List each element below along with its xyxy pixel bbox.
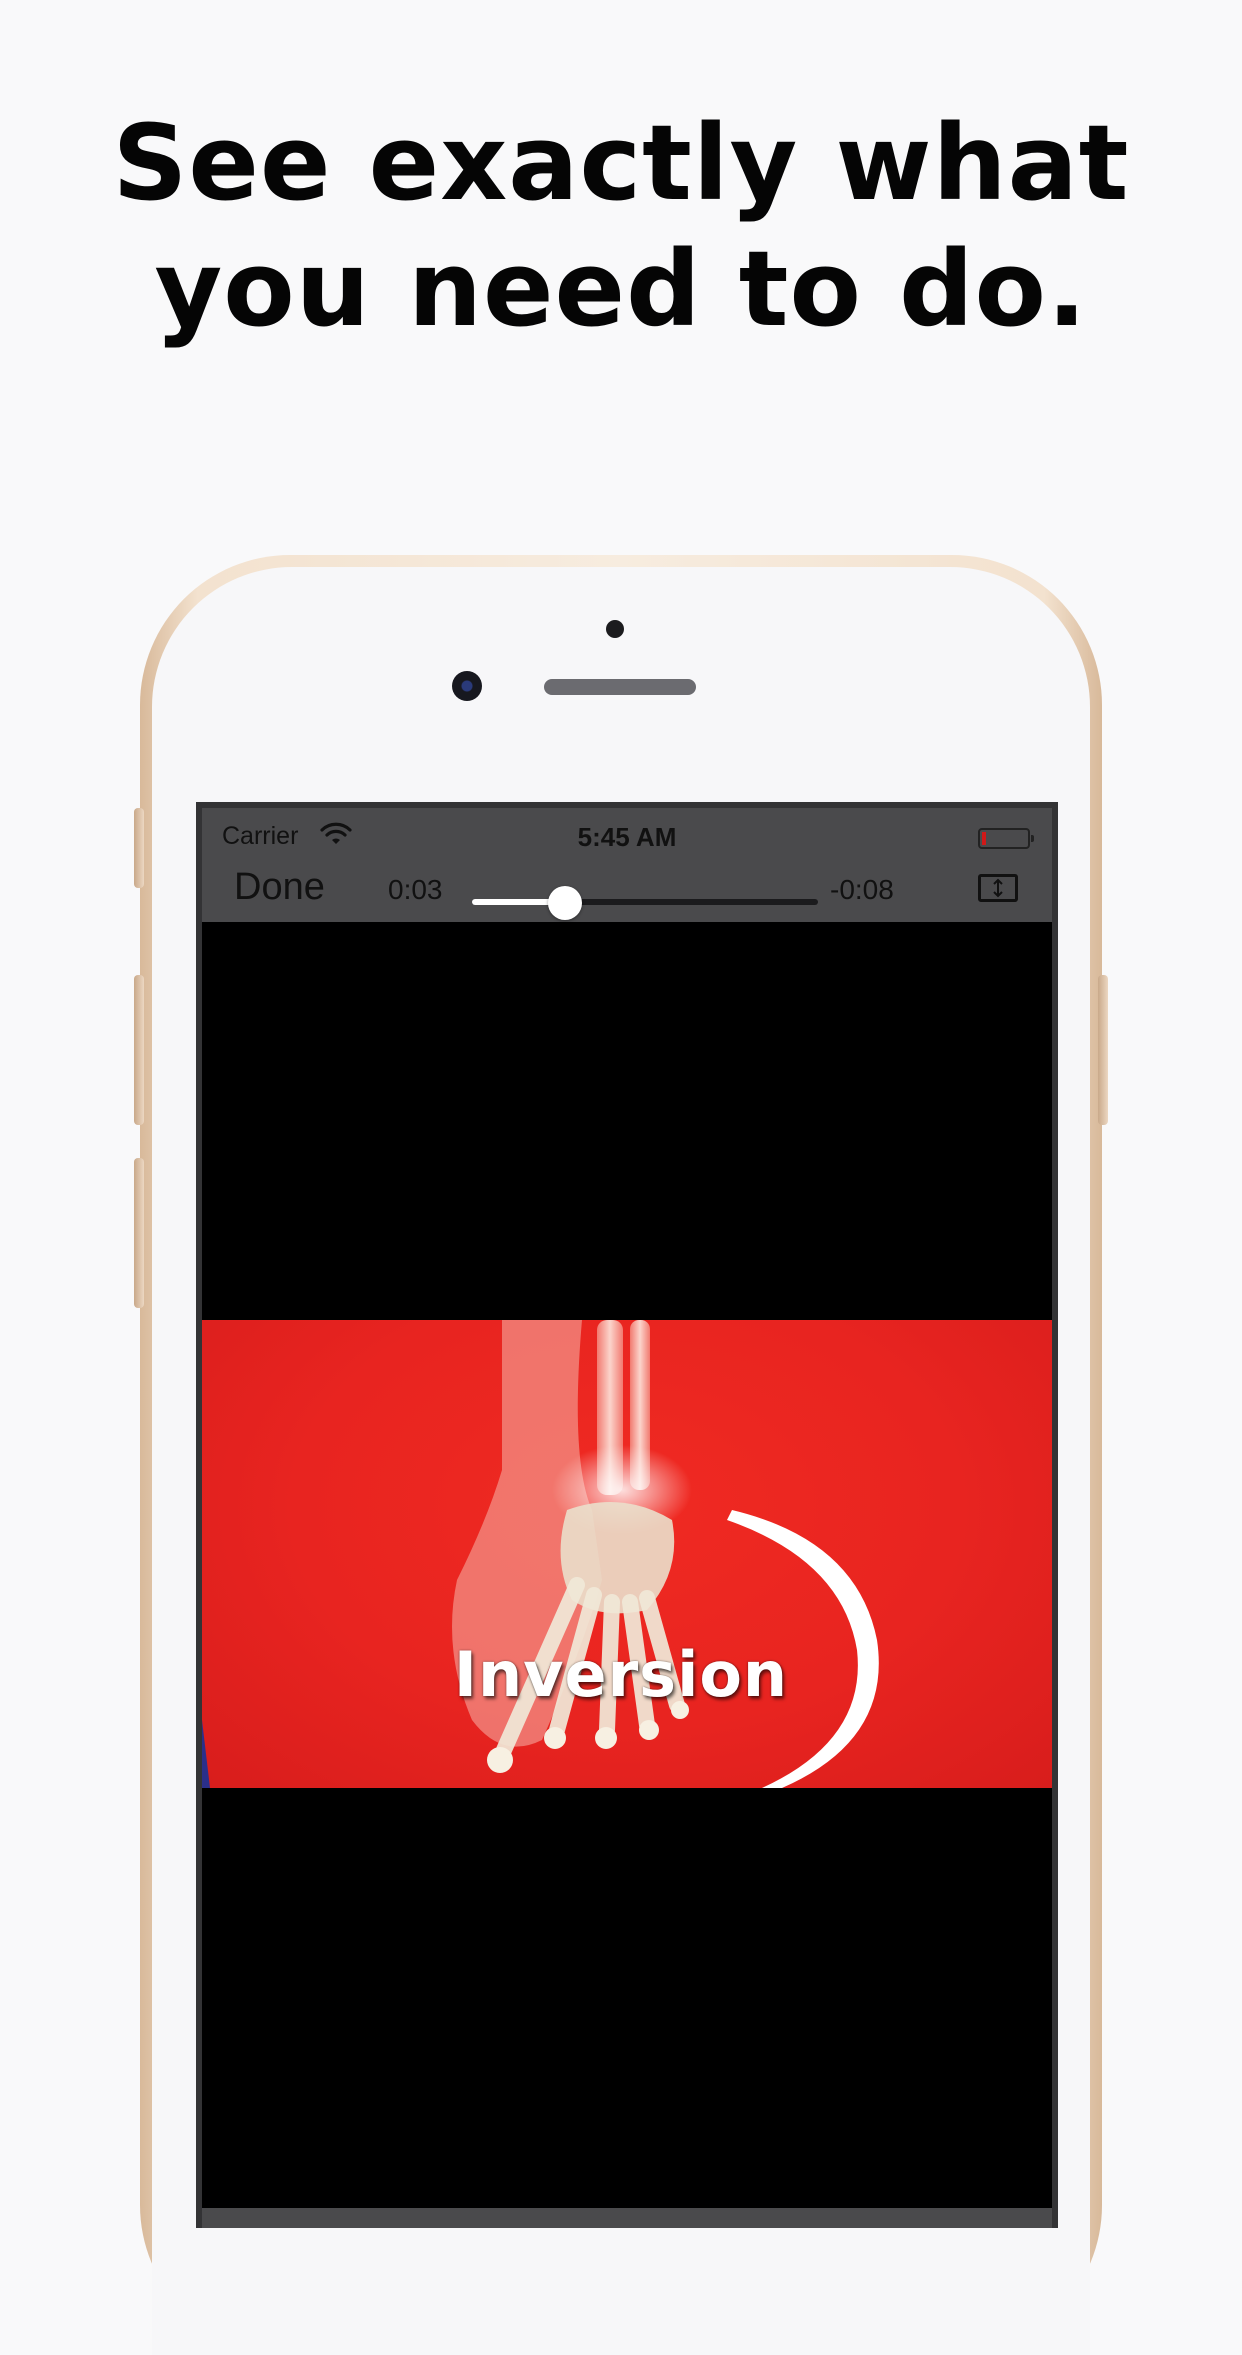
- status-time: 5:45 AM: [577, 822, 677, 852]
- video-controls-bar: Done 0:03 -0:08: [202, 860, 1052, 920]
- earpiece-speaker: [544, 679, 696, 695]
- phone-power-button: [1098, 975, 1108, 1125]
- done-button[interactable]: Done: [234, 866, 325, 909]
- phone-volume-up-button: [134, 975, 144, 1125]
- remaining-time: -0:08: [830, 874, 894, 905]
- foot-skeleton-illustration: [202, 1320, 879, 1788]
- elapsed-time: 0:03: [388, 874, 443, 905]
- headline-line-1: See exactly what: [112, 102, 1130, 224]
- video-frame: Inversion: [202, 1320, 1052, 1788]
- status-bar: Carrier 5:45 AM: [202, 808, 1052, 860]
- phone-screen: Carrier 5:45 AM Done 0:03 -0:08 Inversio…: [196, 802, 1058, 2228]
- scrubber-thumb[interactable]: [548, 886, 583, 920]
- bottom-bar: [202, 2208, 1052, 2228]
- playback-scrubber[interactable]: [472, 886, 818, 920]
- video-player[interactable]: Inversion: [202, 922, 1052, 2228]
- phone-side-button: [134, 808, 144, 888]
- phone-volume-down-button: [134, 1158, 144, 1308]
- aspect-toggle-icon: [993, 878, 1003, 898]
- headline: See exactly what you need to do.: [0, 100, 1242, 352]
- front-camera: [452, 671, 482, 701]
- battery-icon: [978, 828, 1034, 849]
- headline-line-2: you need to do.: [154, 228, 1088, 350]
- aspect-toggle-button[interactable]: [978, 874, 1018, 902]
- video-caption: Inversion: [453, 1638, 789, 1711]
- battery-level: [982, 832, 986, 845]
- proximity-sensor: [606, 620, 624, 638]
